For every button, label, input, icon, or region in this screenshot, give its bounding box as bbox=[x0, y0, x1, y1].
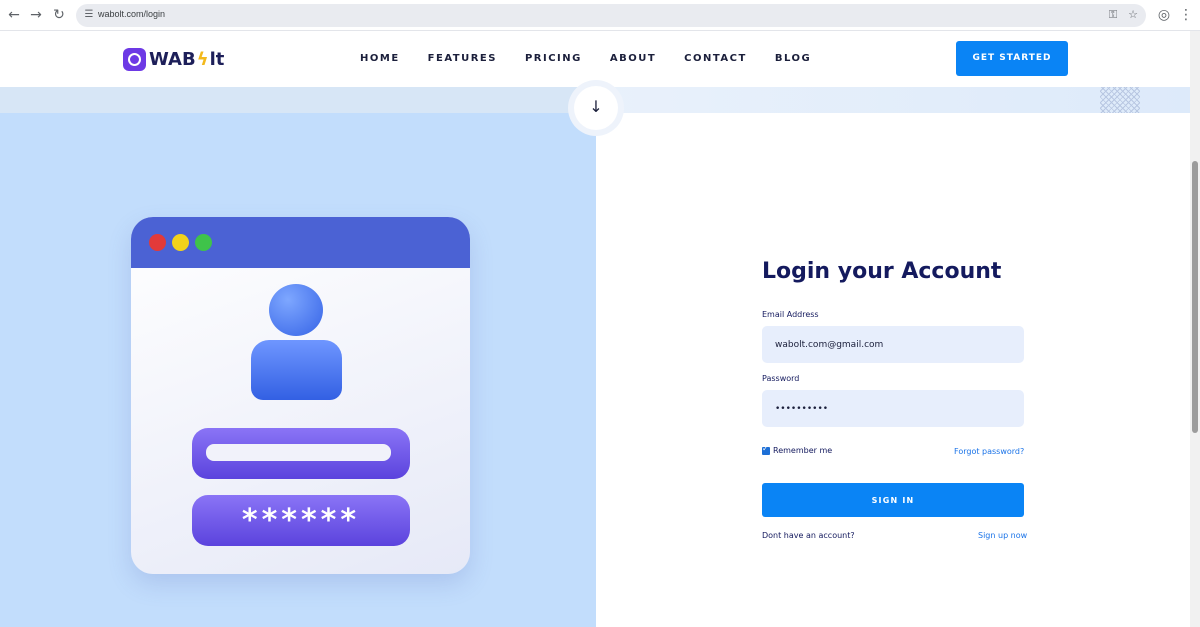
profile-icon[interactable]: ◎ bbox=[1155, 6, 1173, 24]
page-title: Login your Account bbox=[762, 259, 1002, 284]
arrow-down-icon: ↓ bbox=[589, 97, 603, 116]
green-dot-icon bbox=[195, 234, 212, 251]
browser-toolbar: ← → ↻ ☰ wabolt.com/login ⚿ ☆ ◎ ⋮ bbox=[0, 0, 1200, 31]
address-url[interactable]: wabolt.com/login bbox=[98, 9, 165, 19]
yellow-dot-icon bbox=[172, 234, 189, 251]
email-label: Email Address bbox=[762, 310, 819, 319]
nav-about[interactable]: ABOUT bbox=[610, 53, 656, 64]
red-dot-icon bbox=[149, 234, 166, 251]
nav-home[interactable]: HOME bbox=[360, 53, 400, 64]
back-icon[interactable]: ← bbox=[5, 6, 23, 24]
get-started-button[interactable]: GET STARTED bbox=[956, 41, 1068, 76]
no-account-text: Dont have an account? bbox=[762, 531, 855, 540]
forward-icon[interactable]: → bbox=[27, 6, 45, 24]
bookmark-star-icon[interactable]: ☆ bbox=[1126, 8, 1140, 22]
nav-features[interactable]: FEATURES bbox=[428, 53, 497, 64]
user-avatar-icon bbox=[269, 284, 323, 336]
illustration-username-field bbox=[206, 444, 391, 461]
password-label: Password bbox=[762, 374, 800, 383]
illustration-password-mask: ****** bbox=[241, 503, 361, 538]
lightning-bolt-icon: ϟ bbox=[196, 48, 209, 70]
address-bar[interactable]: ☰ wabolt.com/login ⚿ ☆ bbox=[76, 4, 1146, 27]
nav-blog[interactable]: BLOG bbox=[775, 53, 811, 64]
site-settings-icon[interactable]: ☰ bbox=[82, 8, 96, 22]
forgot-password-link[interactable]: Forgot password? bbox=[954, 447, 1024, 456]
sign-up-link[interactable]: Sign up now bbox=[978, 531, 1027, 540]
remember-me-label: Remember me bbox=[773, 446, 833, 455]
password-field[interactable] bbox=[762, 390, 1024, 427]
nav-contact[interactable]: CONTACT bbox=[684, 53, 747, 64]
email-field[interactable] bbox=[762, 326, 1024, 363]
logo-text-right: lt bbox=[209, 48, 225, 70]
password-key-icon[interactable]: ⚿ bbox=[1106, 8, 1120, 22]
logo-text-left: WAB bbox=[149, 48, 196, 70]
decorative-band-left bbox=[0, 87, 596, 113]
reload-icon[interactable]: ↻ bbox=[50, 6, 68, 24]
logo[interactable]: WAB ϟ lt bbox=[123, 46, 224, 72]
remember-me[interactable]: Remember me bbox=[762, 444, 833, 455]
nav-pricing[interactable]: PRICING bbox=[525, 53, 582, 64]
scroll-down-button[interactable]: ↓ bbox=[574, 86, 618, 130]
decorative-pattern bbox=[1100, 87, 1140, 113]
user-avatar-body bbox=[251, 340, 342, 400]
remember-me-checkbox[interactable] bbox=[762, 444, 770, 455]
page-scrollbar[interactable] bbox=[1190, 31, 1200, 627]
sign-in-button[interactable]: SIGN IN bbox=[762, 483, 1024, 517]
menu-kebab-icon[interactable]: ⋮ bbox=[1177, 6, 1195, 24]
main-nav: HOME FEATURES PRICING ABOUT CONTACT BLOG bbox=[360, 53, 839, 64]
scrollbar-thumb[interactable] bbox=[1192, 161, 1198, 433]
site-header: WAB ϟ lt HOME FEATURES PRICING ABOUT CON… bbox=[0, 31, 1190, 87]
whatsapp-logo-icon bbox=[123, 47, 146, 71]
